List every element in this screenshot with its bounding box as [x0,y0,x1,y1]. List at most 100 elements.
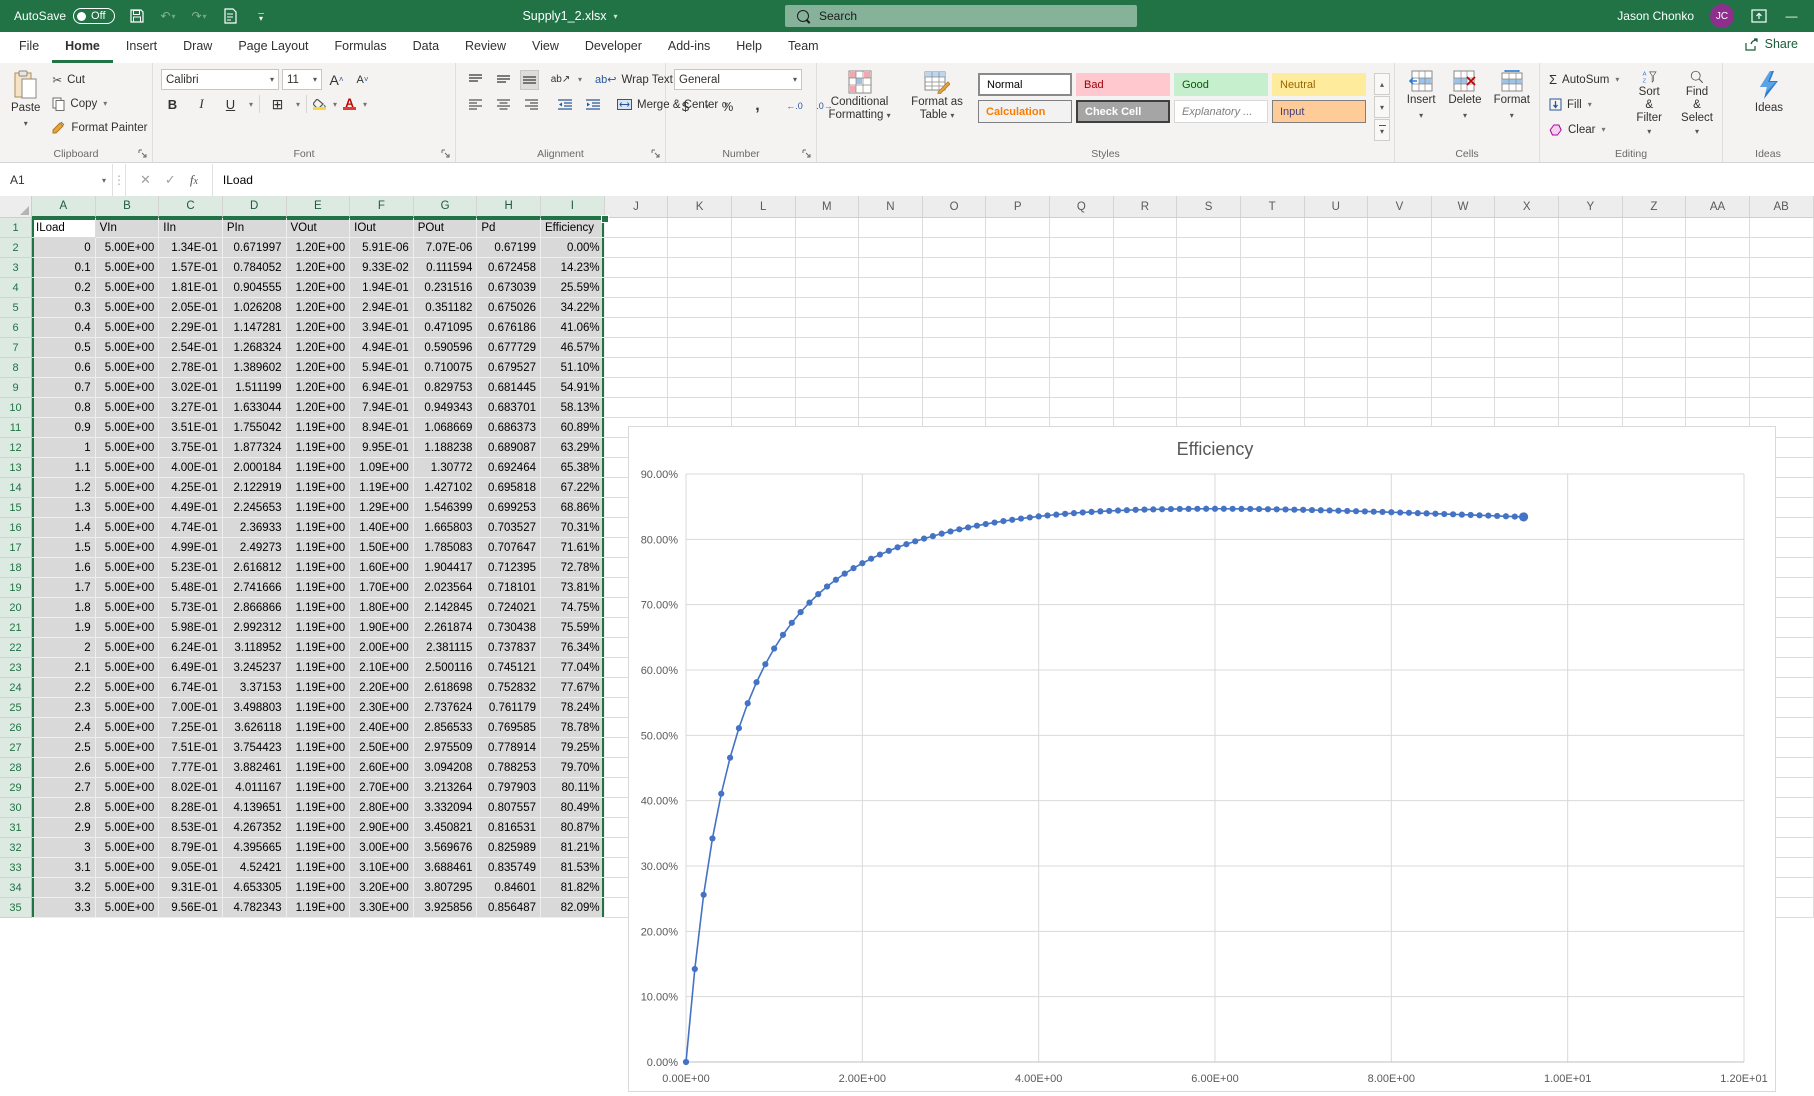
row-header-2[interactable]: 2 [0,238,32,258]
cell-F31[interactable]: 2.90E+00 [350,818,414,838]
cell-M2[interactable] [795,238,860,258]
cell-I34[interactable]: 81.82% [541,878,605,898]
cell-U3[interactable] [1304,258,1369,278]
row-header-32[interactable]: 32 [0,838,32,858]
tab-formulas[interactable]: Formulas [322,32,400,63]
customize-toolbar-icon[interactable]: ─ ▾ [253,8,270,25]
cell-F15[interactable]: 1.29E+00 [350,498,414,518]
cell-F4[interactable]: 1.94E-01 [350,278,414,298]
tab-data[interactable]: Data [400,32,452,63]
formula-bar-splitter[interactable]: ⋮ [113,164,126,196]
cell-C19[interactable]: 5.48E-01 [159,578,223,598]
cell-E17[interactable]: 1.19E+00 [286,538,351,558]
cell-H14[interactable]: 0.695818 [477,478,541,498]
cell-N5[interactable] [859,298,923,318]
cell-S7[interactable] [1177,338,1241,358]
cell-D4[interactable]: 0.904555 [222,278,287,298]
cell-D30[interactable]: 4.139651 [222,798,287,818]
cell-O9[interactable] [922,378,987,398]
cell-N4[interactable] [859,278,923,298]
cell-F3[interactable]: 9.33E-02 [350,258,414,278]
row-header-20[interactable]: 20 [0,598,32,618]
cell-K1[interactable] [668,218,732,238]
cell-B29[interactable]: 5.00E+00 [95,778,160,798]
cell-Z9[interactable] [1622,378,1687,398]
cell-H27[interactable]: 0.778914 [477,738,541,758]
cell-G4[interactable]: 0.231516 [413,278,478,298]
cell-P4[interactable] [986,278,1050,298]
cell-V10[interactable] [1368,398,1432,418]
cell-D8[interactable]: 1.389602 [222,358,287,378]
cell-R3[interactable] [1113,258,1178,278]
cell-C14[interactable]: 4.25E-01 [159,478,223,498]
cell-F10[interactable]: 7.94E-01 [350,398,414,418]
autosave-toggle[interactable]: AutoSave Off [14,8,115,24]
cell-L5[interactable] [731,298,796,318]
column-header-H[interactable]: H [477,196,541,218]
cell-I17[interactable]: 71.61% [541,538,605,558]
styles-more-button[interactable]: ▾ [1374,119,1390,141]
cell-F25[interactable]: 2.30E+00 [350,698,414,718]
cell-I24[interactable]: 77.67% [541,678,605,698]
cell-G5[interactable]: 0.351182 [413,298,478,318]
cell-W5[interactable] [1431,298,1496,318]
cell-D10[interactable]: 1.633044 [222,398,287,418]
tab-developer[interactable]: Developer [572,32,655,63]
cell-A15[interactable]: 1.3 [32,498,96,518]
cell-J5[interactable] [604,298,669,318]
cell-A30[interactable]: 2.8 [32,798,96,818]
cell-E19[interactable]: 1.19E+00 [286,578,351,598]
cell-A17[interactable]: 1.5 [32,538,96,558]
cell-B9[interactable]: 5.00E+00 [95,378,160,398]
cell-C9[interactable]: 3.02E-01 [159,378,223,398]
cell-E28[interactable]: 1.19E+00 [286,758,351,778]
cell-F35[interactable]: 3.30E+00 [350,898,414,918]
cell-B34[interactable]: 5.00E+00 [95,878,160,898]
fill-color-button[interactable] [313,98,327,110]
cell-C23[interactable]: 6.49E-01 [159,658,223,678]
cell-K10[interactable] [668,398,732,418]
column-header-P[interactable]: P [986,196,1050,218]
cell-M1[interactable] [795,218,860,238]
cell-F29[interactable]: 2.70E+00 [350,778,414,798]
cell-C17[interactable]: 4.99E-01 [159,538,223,558]
cell-style-calculation[interactable]: Calculation [978,100,1072,123]
decrease-font-icon[interactable]: A ˅ [351,70,374,90]
cut-button[interactable]: ✂ Cut [49,69,150,90]
cell-D26[interactable]: 3.626118 [222,718,287,738]
cell-G14[interactable]: 1.427102 [413,478,478,498]
cell-A16[interactable]: 1.4 [32,518,96,538]
cell-F11[interactable]: 8.94E-01 [350,418,414,438]
underline-dropdown-icon[interactable]: ▾ [249,100,253,109]
cell-C21[interactable]: 5.98E-01 [159,618,223,638]
row-header-30[interactable]: 30 [0,798,32,818]
cell-C15[interactable]: 4.49E-01 [159,498,223,518]
select-all-corner[interactable] [0,196,32,218]
cell-I8[interactable]: 51.10% [541,358,605,378]
cell-C24[interactable]: 6.74E-01 [159,678,223,698]
cell-U10[interactable] [1304,398,1369,418]
cell-I1[interactable]: Efficiency [541,218,605,238]
cell-style-neutral[interactable]: Neutral [1272,73,1366,96]
tab-insert[interactable]: Insert [113,32,170,63]
cell-F21[interactable]: 1.90E+00 [350,618,414,638]
cell-B7[interactable]: 5.00E+00 [95,338,160,358]
cell-A3[interactable]: 0.1 [32,258,96,278]
cell-Y1[interactable] [1559,218,1623,238]
row-header-19[interactable]: 19 [0,578,32,598]
row-header-24[interactable]: 24 [0,678,32,698]
cell-B26[interactable]: 5.00E+00 [95,718,160,738]
cell-D22[interactable]: 3.118952 [222,638,287,658]
efficiency-chart[interactable]: 0.00% 10.00% 20.00% 30.00% 40.00% 50.00% 60.00… [628,426,1776,1092]
cell-C1[interactable]: IIn [159,218,223,238]
row-header-31[interactable]: 31 [0,818,32,838]
cell-U6[interactable] [1304,318,1369,338]
column-header-J[interactable]: J [604,196,669,218]
row-header-14[interactable]: 14 [0,478,32,498]
tab-add-ins[interactable]: Add-ins [655,32,723,63]
tab-help[interactable]: Help [723,32,775,63]
document-title[interactable]: Supply1_2.xlsx ▾ [430,9,710,23]
cell-R1[interactable] [1113,218,1178,238]
cell-J9[interactable] [604,378,669,398]
cell-G16[interactable]: 1.665803 [413,518,478,538]
